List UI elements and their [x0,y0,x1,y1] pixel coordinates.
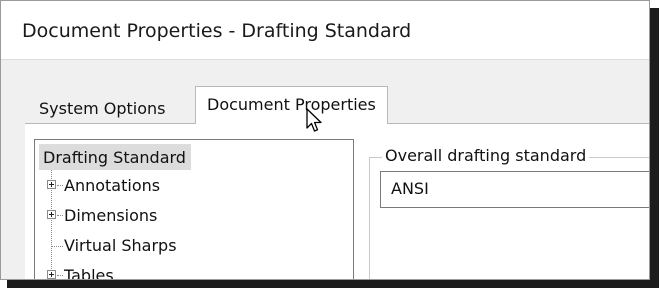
tree-item-annotations[interactable]: Annotations [35,172,353,200]
tree-item-drafting-standard[interactable]: Drafting Standard [39,144,191,172]
title-bar[interactable]: Document Properties - Drafting Standard [1,1,649,60]
tab-system-options[interactable]: System Options [29,94,175,123]
tree-item-label: Annotations [64,176,161,195]
tree-item-label: Drafting Standard [39,144,191,170]
drafting-standard-select[interactable]: ANSI [380,171,649,208]
window-shadow-bottom [7,280,659,288]
options-tree[interactable]: Drafting Standard Annotations Dimensions… [34,139,354,280]
tree-connector [57,275,63,276]
expand-plus-icon[interactable] [47,270,56,279]
tree-connector [57,185,63,186]
tree-connector [52,246,63,247]
tree-item-dimensions[interactable]: Dimensions [35,202,353,230]
expand-plus-icon[interactable] [47,210,56,219]
tree-item-label: Dimensions [64,206,158,225]
tab-document-properties[interactable]: Document Properties [195,86,388,124]
tree-item-virtual-sharps[interactable]: Virtual Sharps [35,232,353,260]
tree-item-label: Virtual Sharps [64,236,177,255]
mouse-pointer-icon [306,108,322,132]
tree-item-label: Tables [64,266,114,280]
window-shadow-right [650,8,659,286]
expand-plus-icon[interactable] [47,180,56,189]
overall-standard-group-label: Overall drafting standard [382,146,590,165]
tree-item-tables[interactable]: Tables [35,262,353,280]
window-title: Document Properties - Drafting Standard [22,20,412,42]
document-properties-dialog: Document Properties - Drafting Standard … [0,0,650,280]
tree-connector [57,215,63,216]
